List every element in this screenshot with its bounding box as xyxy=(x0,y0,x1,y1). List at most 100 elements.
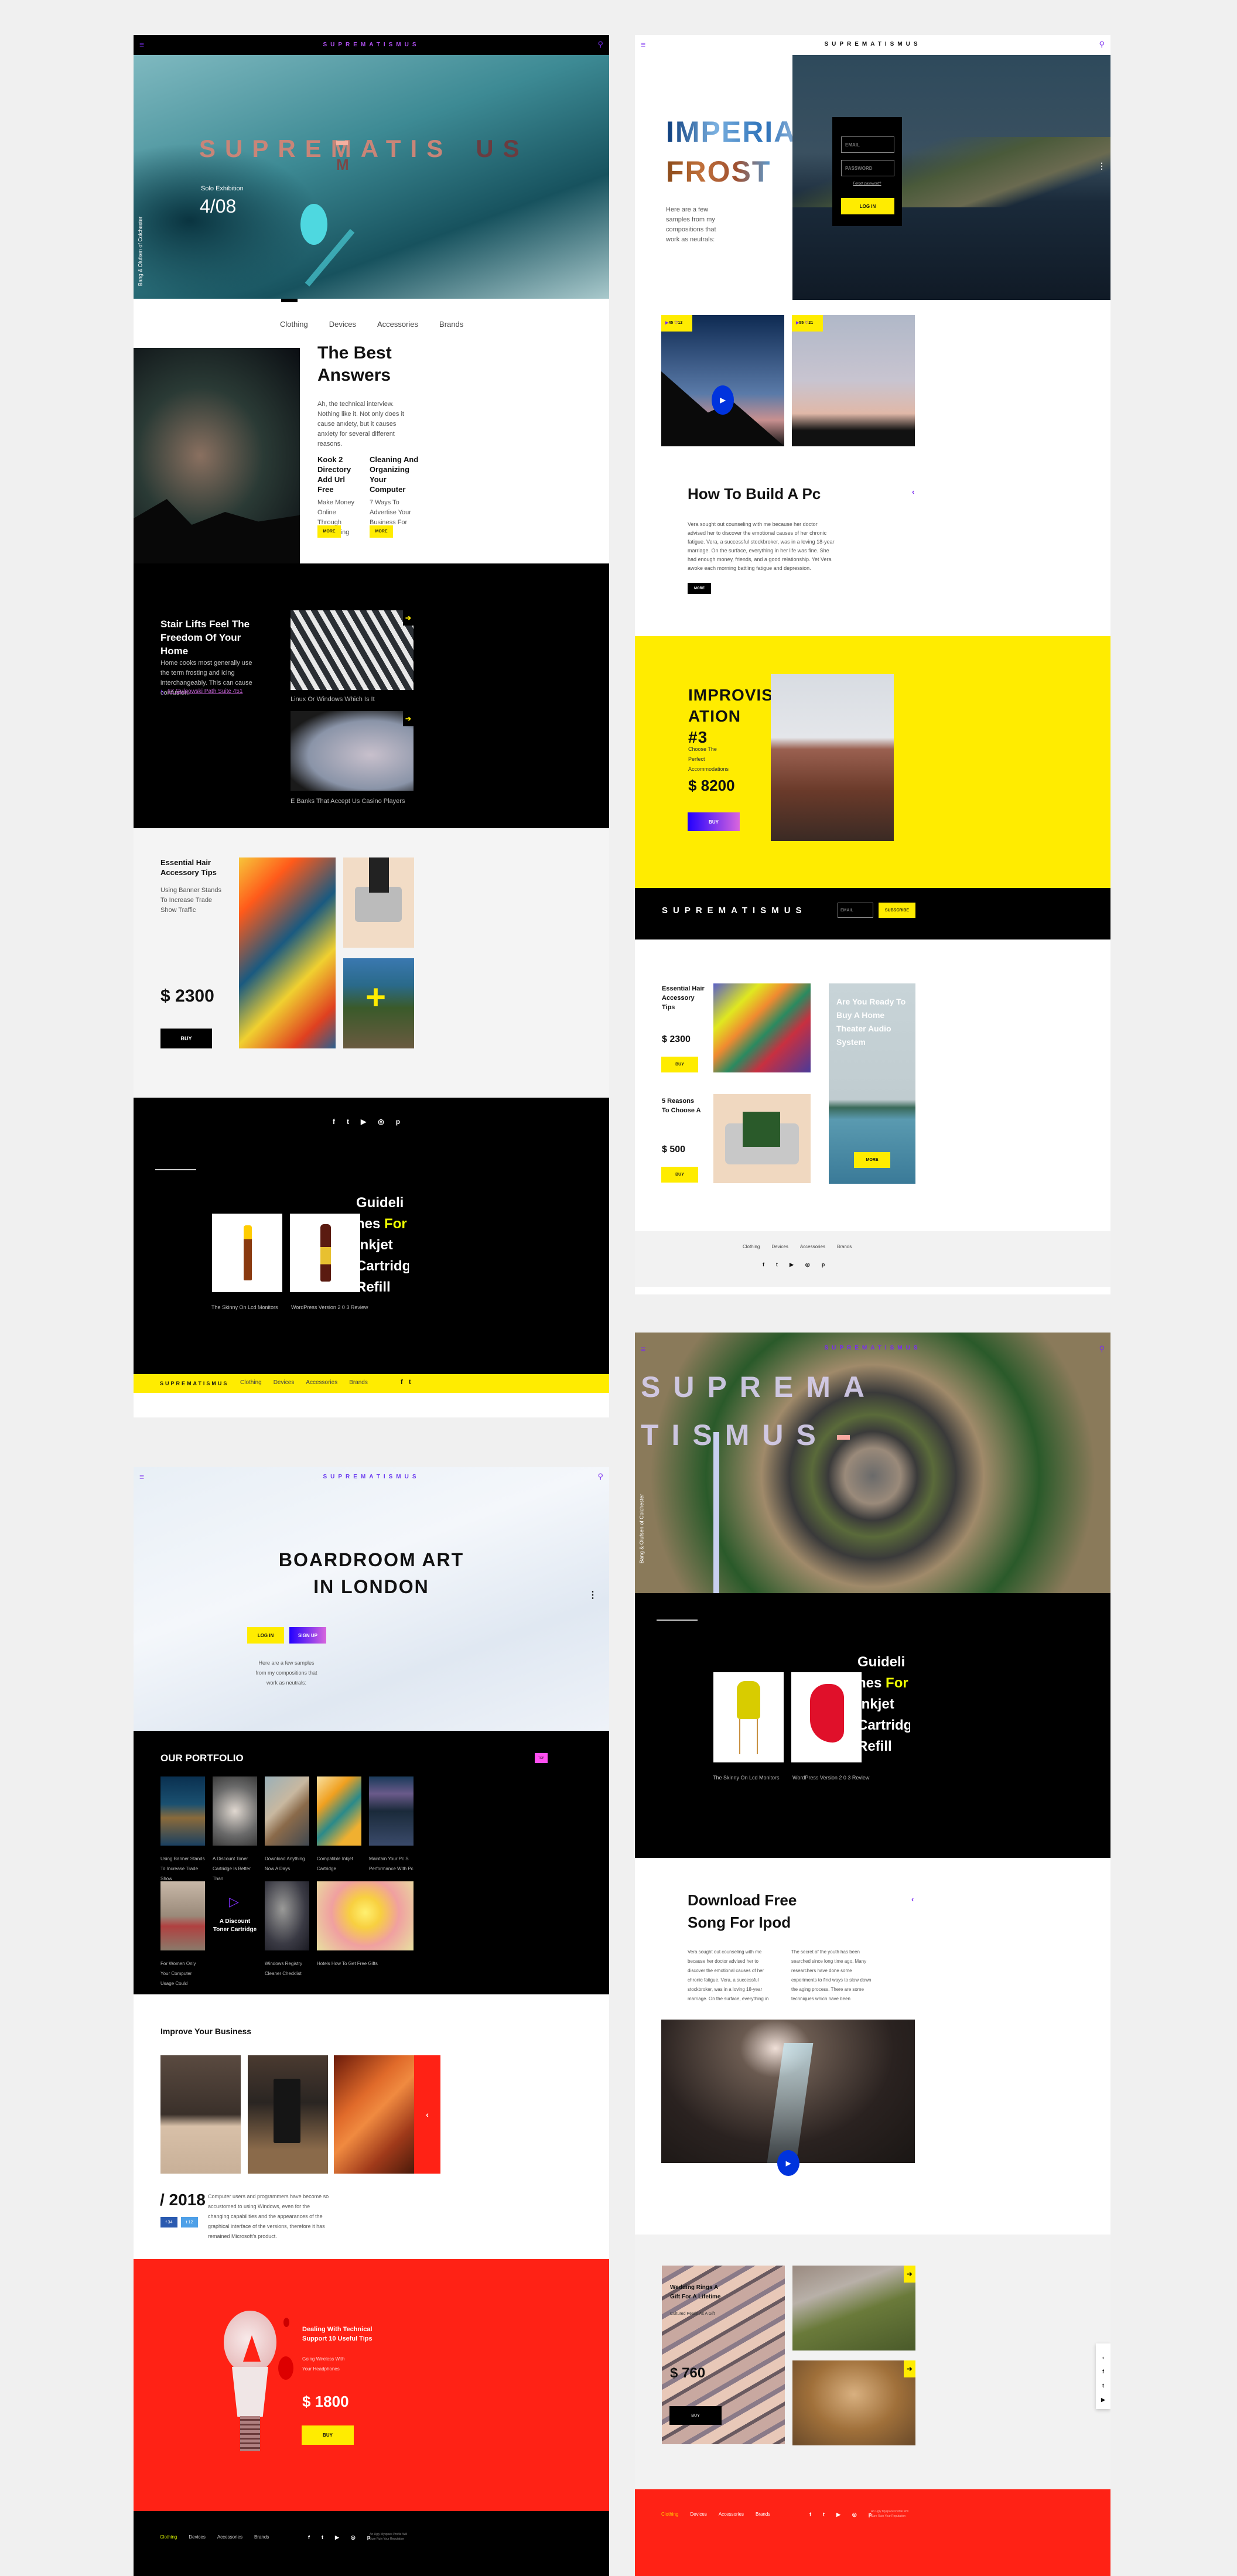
more-options-icon[interactable]: ⋮ xyxy=(588,1589,597,1601)
portfolio-item-3[interactable] xyxy=(265,1776,309,1846)
portfolio-item-2[interactable] xyxy=(213,1776,257,1846)
footer-nav-brands[interactable]: Brands xyxy=(756,2512,770,2517)
password-input[interactable] xyxy=(841,160,894,176)
improvisation-buy-button[interactable]: BUY xyxy=(688,812,740,831)
facebook-icon[interactable]: f xyxy=(809,2512,811,2518)
deal-buy-button[interactable]: BUY xyxy=(302,2425,354,2445)
search-icon[interactable]: ⚲ xyxy=(1099,40,1105,49)
footer-nav-clothing[interactable]: Clothing xyxy=(661,2512,678,2517)
footer-nav-accessories[interactable]: Accessories xyxy=(217,2534,242,2540)
crosswalk-image[interactable] xyxy=(291,610,414,690)
twitter-icon[interactable]: t xyxy=(823,2512,825,2518)
card-more-button-2[interactable]: MORE xyxy=(370,525,393,538)
airplane-window-image[interactable] xyxy=(291,711,414,791)
facebook-icon[interactable]: f xyxy=(308,2534,310,2541)
login-button[interactable]: LOG IN xyxy=(247,1627,284,1644)
footer-nav-devices[interactable]: Devices xyxy=(189,2534,205,2540)
footer-nav-devices[interactable]: Devices xyxy=(274,1379,295,1386)
pinterest-icon[interactable]: p xyxy=(822,1262,825,1268)
portfolio-item-9[interactable] xyxy=(317,1881,414,1950)
promo-more-button[interactable]: MORE xyxy=(854,1152,890,1168)
island-image[interactable]: + xyxy=(343,958,414,1048)
footer-nav-accessories[interactable]: Accessories xyxy=(306,1379,337,1386)
mountain-forest-image[interactable] xyxy=(792,2266,915,2350)
nav-clothing[interactable]: Clothing xyxy=(280,320,308,329)
more-options-icon[interactable]: ⋮ xyxy=(1098,161,1106,171)
brand-logo[interactable]: SUPREMATISMUS xyxy=(635,1345,1110,1351)
footer-nav-brands[interactable]: Brands xyxy=(254,2534,269,2540)
footer-nav-clothing[interactable]: Clothing xyxy=(240,1379,262,1386)
product-card-1[interactable] xyxy=(713,1672,784,1762)
silhouette-image[interactable] xyxy=(792,315,915,446)
footer-nav-devices[interactable]: Devices xyxy=(771,1244,788,1249)
portfolio-item-6[interactable] xyxy=(160,1881,205,1950)
twitter-icon[interactable]: t xyxy=(1096,2379,1110,2393)
nav-brands[interactable]: Brands xyxy=(439,320,463,329)
card-more-button-1[interactable]: MORE xyxy=(317,525,341,538)
address-link[interactable]: 67 Gulgowski Path Suite 451 xyxy=(168,688,242,695)
portfolio-item-1[interactable] xyxy=(160,1776,205,1846)
chevron-left-icon[interactable]: ‹ xyxy=(912,487,914,496)
item-buy-button-2[interactable]: BUY xyxy=(661,1167,698,1183)
footer-nav-devices[interactable]: Devices xyxy=(690,2512,706,2517)
facebook-icon[interactable]: f xyxy=(401,1379,403,1386)
login-button[interactable]: LOG IN xyxy=(841,198,894,214)
instagram-icon[interactable]: ◎ xyxy=(805,1262,810,1268)
signup-button[interactable]: SIGN UP xyxy=(289,1627,326,1644)
twitter-icon[interactable]: t xyxy=(409,1379,411,1386)
product-card-1[interactable] xyxy=(212,1214,282,1292)
footer-nav-brands[interactable]: Brands xyxy=(837,1244,852,1249)
twitter-share-button[interactable]: t 12 xyxy=(181,2217,198,2227)
youtube-icon[interactable]: ▶ xyxy=(1096,2393,1110,2407)
play-button[interactable]: ▶ xyxy=(712,385,734,415)
play-button[interactable]: ▶ xyxy=(777,2150,799,2176)
item-buy-button-1[interactable]: BUY xyxy=(661,1057,698,1072)
product-card-2[interactable] xyxy=(290,1214,360,1292)
footer-nav-accessories[interactable]: Accessories xyxy=(800,1244,825,1249)
youtube-icon[interactable]: ▶ xyxy=(790,1262,794,1268)
search-icon[interactable]: ⚲ xyxy=(597,1472,603,1481)
more-button[interactable]: MORE xyxy=(688,583,711,594)
footer-brand[interactable]: SUPREMATISMUS xyxy=(160,1381,228,1386)
brand-logo[interactable]: SUPREMATISMUS xyxy=(134,42,609,48)
buy-button[interactable]: BUY xyxy=(160,1029,212,1048)
instagram-icon[interactable]: ◎ xyxy=(852,2512,857,2518)
product-card-2[interactable] xyxy=(791,1672,862,1762)
instagram-icon[interactable]: ◎ xyxy=(351,2534,356,2541)
arrow-button-1[interactable]: ➔ xyxy=(904,2266,915,2283)
youtube-icon[interactable]: ▶ xyxy=(335,2534,339,2541)
forgot-password-link[interactable]: Forgot password? xyxy=(832,182,902,186)
nav-devices[interactable]: Devices xyxy=(329,320,356,329)
mountain-video-image[interactable] xyxy=(661,315,784,446)
youtube-icon[interactable]: ▶ xyxy=(361,1118,366,1126)
email-input[interactable] xyxy=(841,136,894,153)
instagram-icon[interactable]: ◎ xyxy=(378,1118,384,1126)
carousel-prev-button[interactable]: ‹ xyxy=(414,2055,440,2174)
facebook-icon[interactable]: f xyxy=(1096,2365,1110,2379)
arrow-button-1[interactable]: ➔ xyxy=(403,610,414,626)
brand-logo[interactable]: SUPREMATISMUS xyxy=(635,41,1110,47)
footer-nav-brands[interactable]: Brands xyxy=(349,1379,368,1386)
twitter-icon[interactable]: t xyxy=(347,1118,349,1126)
desert-terrain-image[interactable] xyxy=(792,2360,915,2445)
subscribe-button[interactable]: SUBSCRIBE xyxy=(879,903,915,918)
youtube-icon[interactable]: ▶ xyxy=(836,2512,840,2518)
facebook-icon[interactable]: f xyxy=(763,1262,764,1268)
search-icon[interactable]: ⚲ xyxy=(1099,1344,1105,1354)
portfolio-item-5[interactable] xyxy=(369,1776,414,1846)
twitter-icon[interactable]: t xyxy=(776,1262,778,1268)
footer-nav-accessories[interactable]: Accessories xyxy=(719,2512,744,2517)
footer-nav-clothing[interactable]: Clothing xyxy=(743,1244,760,1249)
facebook-share-button[interactable]: f 34 xyxy=(160,2217,177,2227)
arrow-button-2[interactable]: ➔ xyxy=(403,711,414,726)
portfolio-item-4[interactable] xyxy=(317,1776,361,1846)
chevron-left-icon[interactable]: ‹ xyxy=(911,1895,914,1904)
footer-nav-clothing[interactable]: Clothing xyxy=(160,2534,177,2540)
share-toggle-icon[interactable]: ‹ xyxy=(1096,2350,1110,2365)
subscribe-brand[interactable]: SUPREMATISMUS xyxy=(662,906,807,915)
portfolio-item-8[interactable] xyxy=(265,1881,309,1950)
top-button[interactable]: TOP xyxy=(535,1753,548,1763)
nav-accessories[interactable]: Accessories xyxy=(377,320,418,329)
pinterest-icon[interactable]: p xyxy=(396,1118,400,1126)
twitter-icon[interactable]: t xyxy=(322,2534,323,2541)
